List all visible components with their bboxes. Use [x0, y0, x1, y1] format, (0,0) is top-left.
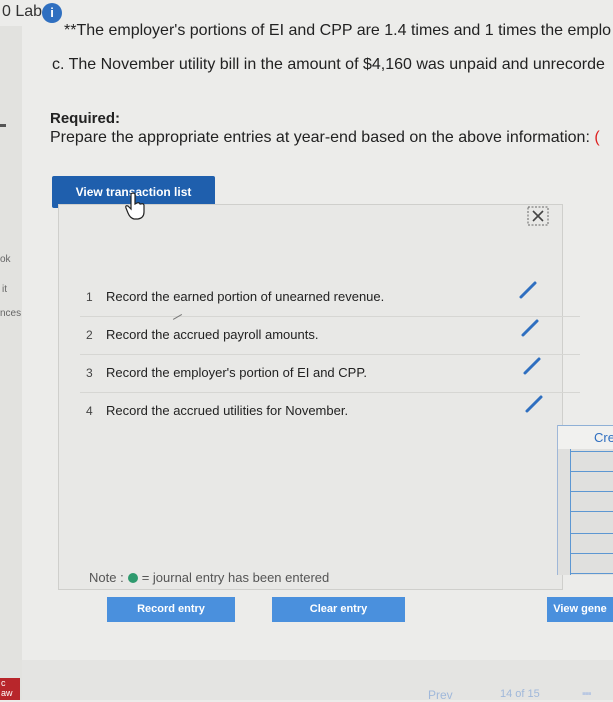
legend-note: Note : = journal entry has been entered [89, 570, 329, 585]
grid-line [570, 553, 613, 554]
entered-dot-icon [127, 573, 138, 583]
item-c-text: c. The November utility bill in the amou… [52, 56, 605, 73]
grid-icon[interactable]: ▪▪▪ [582, 688, 592, 700]
pencil-icon[interactable] [524, 394, 544, 414]
credit-column-tab[interactable]: Cre [558, 425, 613, 449]
left-rail: ok it nces [0, 26, 22, 700]
note-suffix: = journal entry has been entered [141, 570, 330, 585]
rail-label-2[interactable]: it [2, 284, 7, 295]
rail-label-1[interactable]: ok [0, 254, 11, 265]
transaction-row-3[interactable]: 3 Record the employer's portion of EI an… [80, 356, 580, 393]
clear-entry-button[interactable]: Clear entry [272, 597, 405, 622]
grid-line [570, 573, 613, 574]
transaction-text: Record the earned portion of unearned re… [106, 289, 385, 304]
page-indicator: 14 of 15 [500, 688, 540, 700]
grid-line [570, 449, 571, 575]
pencil-icon[interactable] [520, 318, 540, 338]
instruction-text: Prepare the appropriate entries at year-… [50, 129, 600, 147]
view-general-journal-button[interactable]: View gene [547, 597, 613, 622]
grid-line [570, 511, 613, 512]
transaction-row-1[interactable]: 1 Record the earned portion of unearned … [80, 280, 580, 317]
transaction-text: Record the accrued payroll amounts. [106, 327, 319, 342]
record-entry-button[interactable]: Record entry [107, 597, 235, 622]
lab-title: 0 Lab [2, 3, 43, 20]
rail-label-3[interactable]: nces [0, 308, 21, 319]
transaction-number: 2 [86, 328, 93, 342]
transaction-text: Record the employer's portion of EI and … [106, 365, 367, 380]
hand-cursor-icon [125, 192, 145, 220]
close-icon[interactable] [527, 206, 549, 226]
journal-preview-panel: Cre [557, 425, 613, 575]
transaction-row-2[interactable]: 2 Record the accrued payroll amounts. [80, 318, 580, 355]
transaction-number: 4 [86, 404, 93, 418]
pencil-icon[interactable] [522, 356, 542, 376]
employer-portion-note: **The employer's portions of EI and CPP … [64, 22, 612, 39]
transaction-row-4[interactable]: 4 Record the accrued utilities for Novem… [80, 394, 580, 430]
grid-line [570, 491, 613, 492]
rail-bottom-badge[interactable]: c aw [0, 678, 20, 700]
instruction-main: Prepare the appropriate entries at year-… [50, 129, 595, 146]
instruction-tail: ( [594, 129, 600, 146]
required-label: Required: [50, 110, 121, 127]
transaction-text: Record the accrued utilities for Novembe… [106, 403, 349, 418]
transaction-number: 3 [86, 366, 93, 380]
grid-line [570, 471, 613, 472]
note-prefix: Note : [89, 570, 124, 585]
info-icon[interactable]: i [42, 3, 62, 23]
transaction-number: 1 [86, 290, 93, 304]
pencil-icon[interactable] [518, 280, 538, 300]
rail-divider [0, 124, 6, 127]
grid-line [570, 451, 613, 452]
grid-line [570, 533, 613, 534]
